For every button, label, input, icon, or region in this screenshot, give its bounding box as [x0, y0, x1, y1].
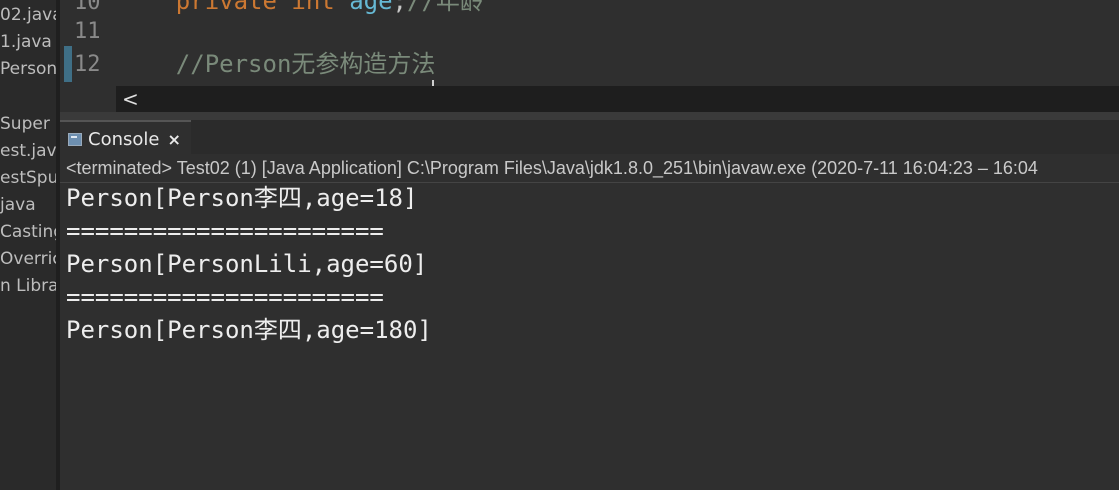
output-line: ====================== — [66, 217, 384, 245]
code-token: age — [349, 0, 393, 15]
code-token: private — [118, 0, 292, 15]
code-editor[interactable]: 10 11 12 private int age;//年龄 //Person无参… — [60, 0, 1119, 86]
explorer-item[interactable]: estSpuc — [0, 165, 56, 192]
console-output[interactable]: Person[Person李四,age=18] ================… — [60, 183, 1119, 490]
eclipse-window: 02.java 1.java Person. Super est.java es… — [0, 0, 1119, 490]
line-number: 11 — [74, 19, 101, 44]
explorer-item[interactable]: java — [0, 192, 36, 219]
tab-label: Console — [88, 128, 160, 150]
horizontal-scrollbar[interactable]: < — [116, 86, 1119, 112]
view-divider-horizontal[interactable] — [60, 112, 1119, 120]
explorer-item[interactable]: n Libra — [0, 273, 56, 300]
line-number-gutter: 10 11 12 — [60, 0, 116, 86]
tab-console[interactable]: Console × — [60, 120, 191, 156]
process-status: <terminated> Test02 (1) [Java Applicatio… — [66, 158, 1038, 178]
explorer-item[interactable]: Super — [0, 111, 50, 138]
console-icon — [68, 132, 82, 146]
explorer-item[interactable]: est.java — [0, 138, 56, 165]
console-tab-bar: Console × — [60, 120, 1119, 156]
current-line-marker — [64, 46, 72, 82]
explorer-item[interactable]: 02.java — [0, 2, 56, 29]
line-number: 10 — [74, 0, 101, 15]
output-line: ====================== — [66, 283, 384, 311]
explorer-item[interactable]: Casting — [0, 219, 56, 246]
package-explorer: 02.java 1.java Person. Super est.java es… — [0, 0, 56, 490]
scroll-left-icon[interactable]: < — [122, 86, 139, 112]
output-line: Person[PersonLili,age=60] — [66, 250, 428, 278]
explorer-item[interactable]: 1.java — [0, 29, 52, 56]
output-line: Person[Person李四,age=180] — [66, 316, 432, 344]
code-token: ; — [392, 0, 407, 15]
code-token: //Person无参构造方法 — [118, 50, 436, 78]
explorer-item[interactable]: Person. — [0, 56, 56, 83]
explorer-item[interactable]: Overric — [0, 246, 56, 273]
output-line: Person[Person李四,age=18] — [66, 184, 418, 212]
close-icon[interactable]: × — [167, 130, 180, 149]
code-line[interactable]: //Person无参构造方法 — [118, 49, 436, 79]
code-token: int — [291, 0, 350, 15]
console-status-bar: <terminated> Test02 (1) [Java Applicatio… — [60, 154, 1119, 183]
code-line[interactable]: private int age;//年龄 — [118, 0, 484, 16]
line-number: 12 — [74, 52, 101, 77]
code-token: //年龄 — [407, 0, 484, 15]
